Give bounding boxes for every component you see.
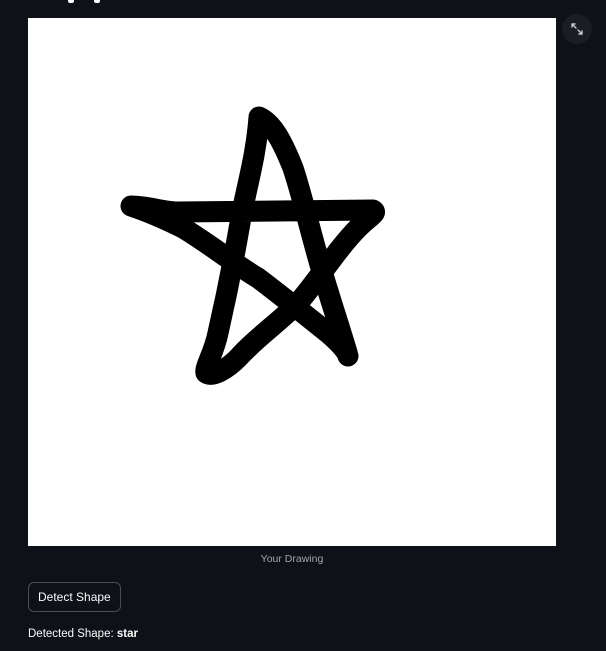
expand-icon: [571, 23, 583, 35]
detected-shape-label: Detected Shape:: [28, 628, 114, 640]
canvas-background: [28, 18, 556, 546]
fullscreen-button[interactable]: [562, 14, 592, 44]
clipped-header-text: [68, 0, 108, 3]
drawing-canvas[interactable]: [28, 18, 556, 546]
detect-shape-button[interactable]: Detect Shape: [28, 582, 121, 612]
drawing-svg[interactable]: [28, 18, 556, 546]
detected-shape-result: Detected Shape: star: [28, 626, 138, 642]
image-caption: Your Drawing: [260, 553, 324, 565]
app-page: Your Drawing Detect Shape Detected Shape…: [0, 0, 606, 651]
detected-shape-value: star: [116, 628, 138, 640]
